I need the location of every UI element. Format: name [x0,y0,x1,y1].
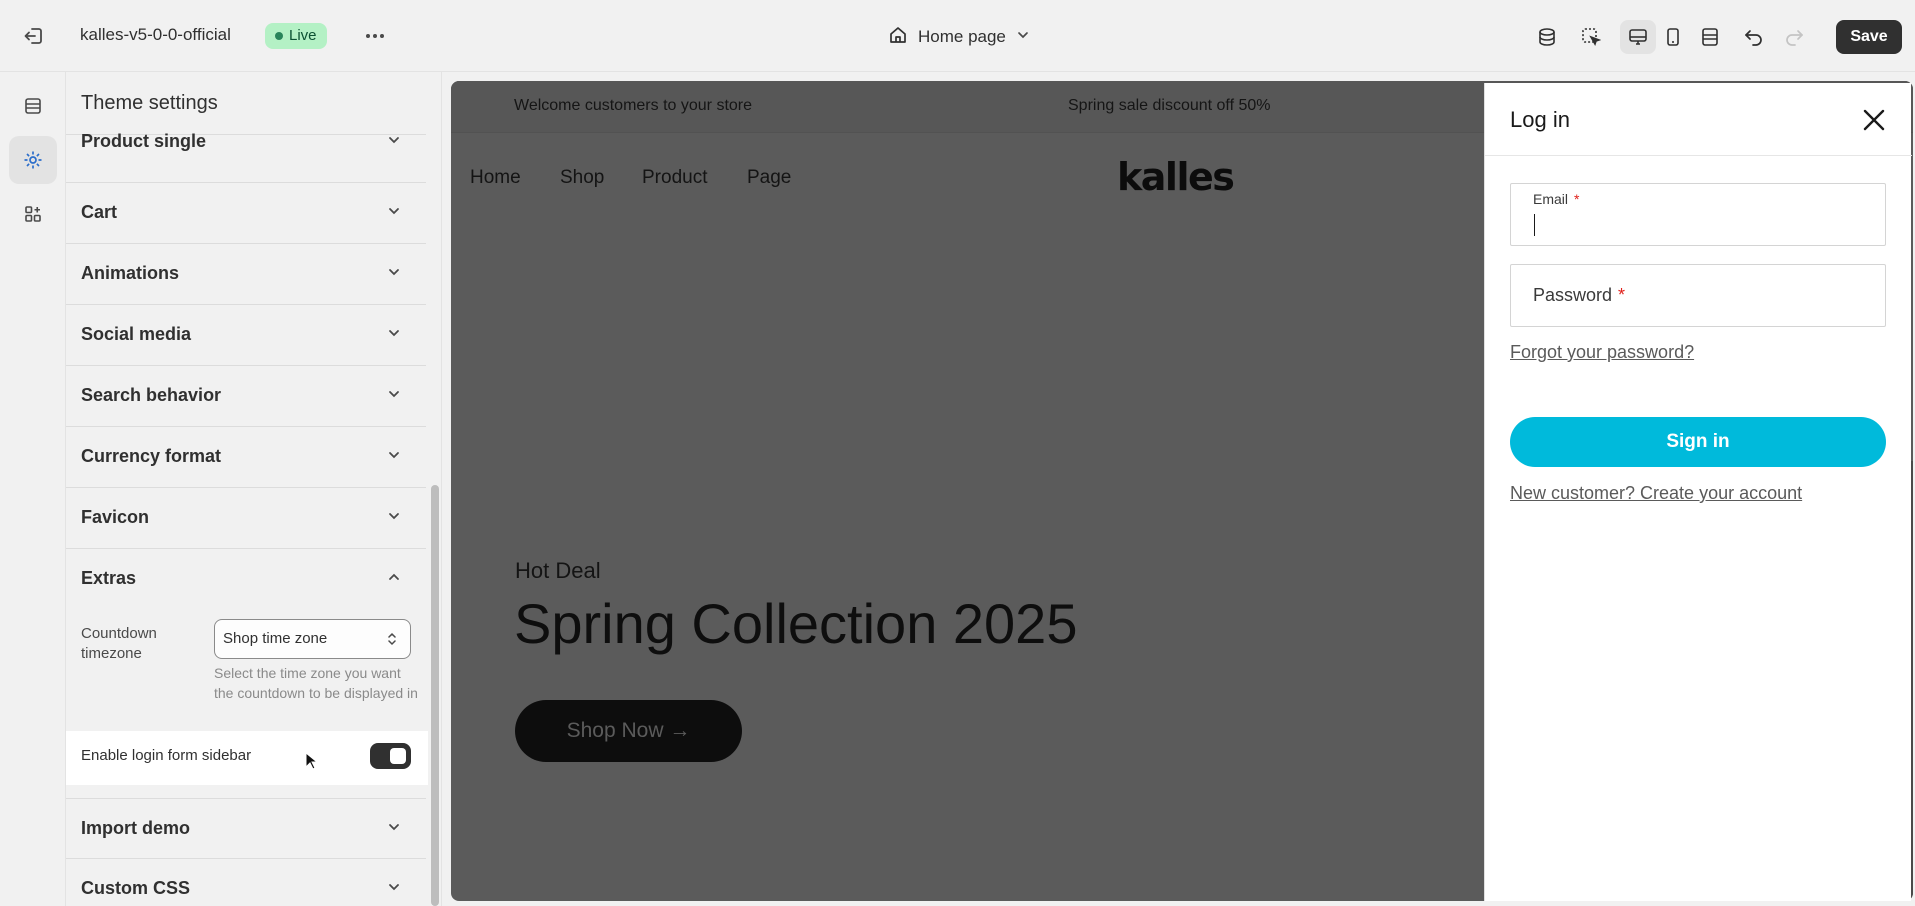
login-sidebar-toggle[interactable] [370,743,411,769]
database-icon[interactable] [1530,20,1564,54]
chevron-down-icon [389,208,399,215]
live-status-badge: Live [265,23,327,49]
announcement-center: Spring sale discount off 50% [1068,97,1271,114]
chevron-down-icon [389,824,399,831]
mobile-view-icon[interactable] [1656,20,1690,54]
section-label: Extras [81,568,137,588]
section-import-demo[interactable]: Import demo [66,798,426,859]
hero-title: Spring Collection 2025 [514,592,1078,655]
section-custom-css[interactable]: Custom CSS [66,859,426,906]
chevron-down-icon [389,137,399,144]
page-selector-label: Home page [918,27,1006,46]
select-value: Shop time zone [223,630,328,647]
chevron-down-icon [389,269,399,276]
page-selector[interactable]: Home page [888,22,1030,52]
nav-product[interactable]: Product [642,167,707,189]
section-extras[interactable]: Extras [66,549,426,610]
more-icon[interactable] [360,22,390,50]
chevron-down-icon [389,452,399,459]
nav-shop[interactable]: Shop [560,167,604,189]
email-label: Email * [1533,191,1580,207]
nav-home[interactable]: Home [470,167,521,189]
desktop-view-icon[interactable] [1620,20,1656,54]
store-name: kalles-v5-0-0-official [80,25,231,44]
chevron-down-icon [1016,27,1030,47]
select-arrows-icon [388,632,396,646]
sign-in-button[interactable]: Sign in [1510,417,1886,467]
chevron-down-icon [389,330,399,337]
toggle-label: Enable login form sidebar [81,747,252,764]
undo-icon[interactable] [1737,20,1771,54]
home-icon [888,25,908,50]
left-rail [0,72,66,906]
countdown-help-text: Select the time zone you want the countd… [214,665,418,701]
app-embeds-icon[interactable] [9,190,57,238]
exit-icon[interactable] [18,22,50,50]
store-logo[interactable]: kalles [1117,155,1235,199]
login-form-sidebar-setting: Enable login form sidebar [66,731,428,785]
drawer-header: Log in [1485,83,1912,156]
section-label: Animations [81,263,180,283]
hero-kicker: Hot Deal [515,558,601,583]
section-label: Cart [81,202,118,222]
nav-page[interactable]: Page [747,167,791,189]
redo-icon[interactable] [1777,20,1811,54]
countdown-timezone-label: Countdown [81,625,157,642]
chevron-down-icon [389,513,399,520]
password-label: Password * [1533,285,1626,305]
section-label: Import demo [81,818,191,838]
chevron-up-icon [389,573,399,580]
password-field[interactable]: Password * [1510,264,1886,327]
close-icon[interactable] [1859,105,1889,135]
chevron-down-icon [389,391,399,398]
countdown-timezone-label-2: timezone [81,645,142,662]
email-field[interactable]: Email * [1510,183,1886,246]
section-label: Favicon [81,507,150,527]
section-label: Social media [81,324,192,344]
panel-title: Theme settings [81,92,218,114]
section-label: Search behavior [81,385,222,405]
section-cart[interactable]: Cart [66,183,426,244]
full-width-icon[interactable] [1693,20,1727,54]
save-button[interactable]: Save [1836,20,1902,54]
shop-now-button[interactable]: Shop Now → [515,700,742,762]
section-label: Custom CSS [81,878,191,898]
section-social-media[interactable]: Social media [66,305,426,366]
sections-icon[interactable] [9,82,57,130]
chevron-down-icon [389,884,399,891]
section-favicon[interactable]: Favicon [66,488,426,549]
panel-scrollbar[interactable] [431,485,439,906]
section-search-behavior[interactable]: Search behavior [66,366,426,427]
theme-settings-panel: Theme settings Product single Cart Anima… [66,72,442,906]
section-product-single[interactable]: Product single [66,122,426,183]
forgot-password-link[interactable]: Forgot your password? [1510,342,1694,363]
text-caret [1534,214,1535,236]
top-bar: kalles-v5-0-0-official Live Home page Sa… [0,0,1915,72]
countdown-timezone-select[interactable]: Shop time zone [214,619,411,659]
section-label: Currency format [81,446,222,466]
section-label: Product single [81,131,207,151]
section-animations[interactable]: Animations [66,244,426,305]
login-drawer: Log in Email * Password * Forgot your pass… [1484,83,1912,901]
mouse-cursor-icon [305,752,317,770]
create-account-link[interactable]: New customer? Create your account [1510,483,1802,504]
section-currency-format[interactable]: Currency format [66,427,426,488]
theme-settings-icon[interactable] [9,136,57,184]
drawer-title: Log in [1510,107,1570,132]
inspector-icon[interactable] [1574,20,1608,54]
announcement-left: Welcome customers to your store [514,97,753,114]
